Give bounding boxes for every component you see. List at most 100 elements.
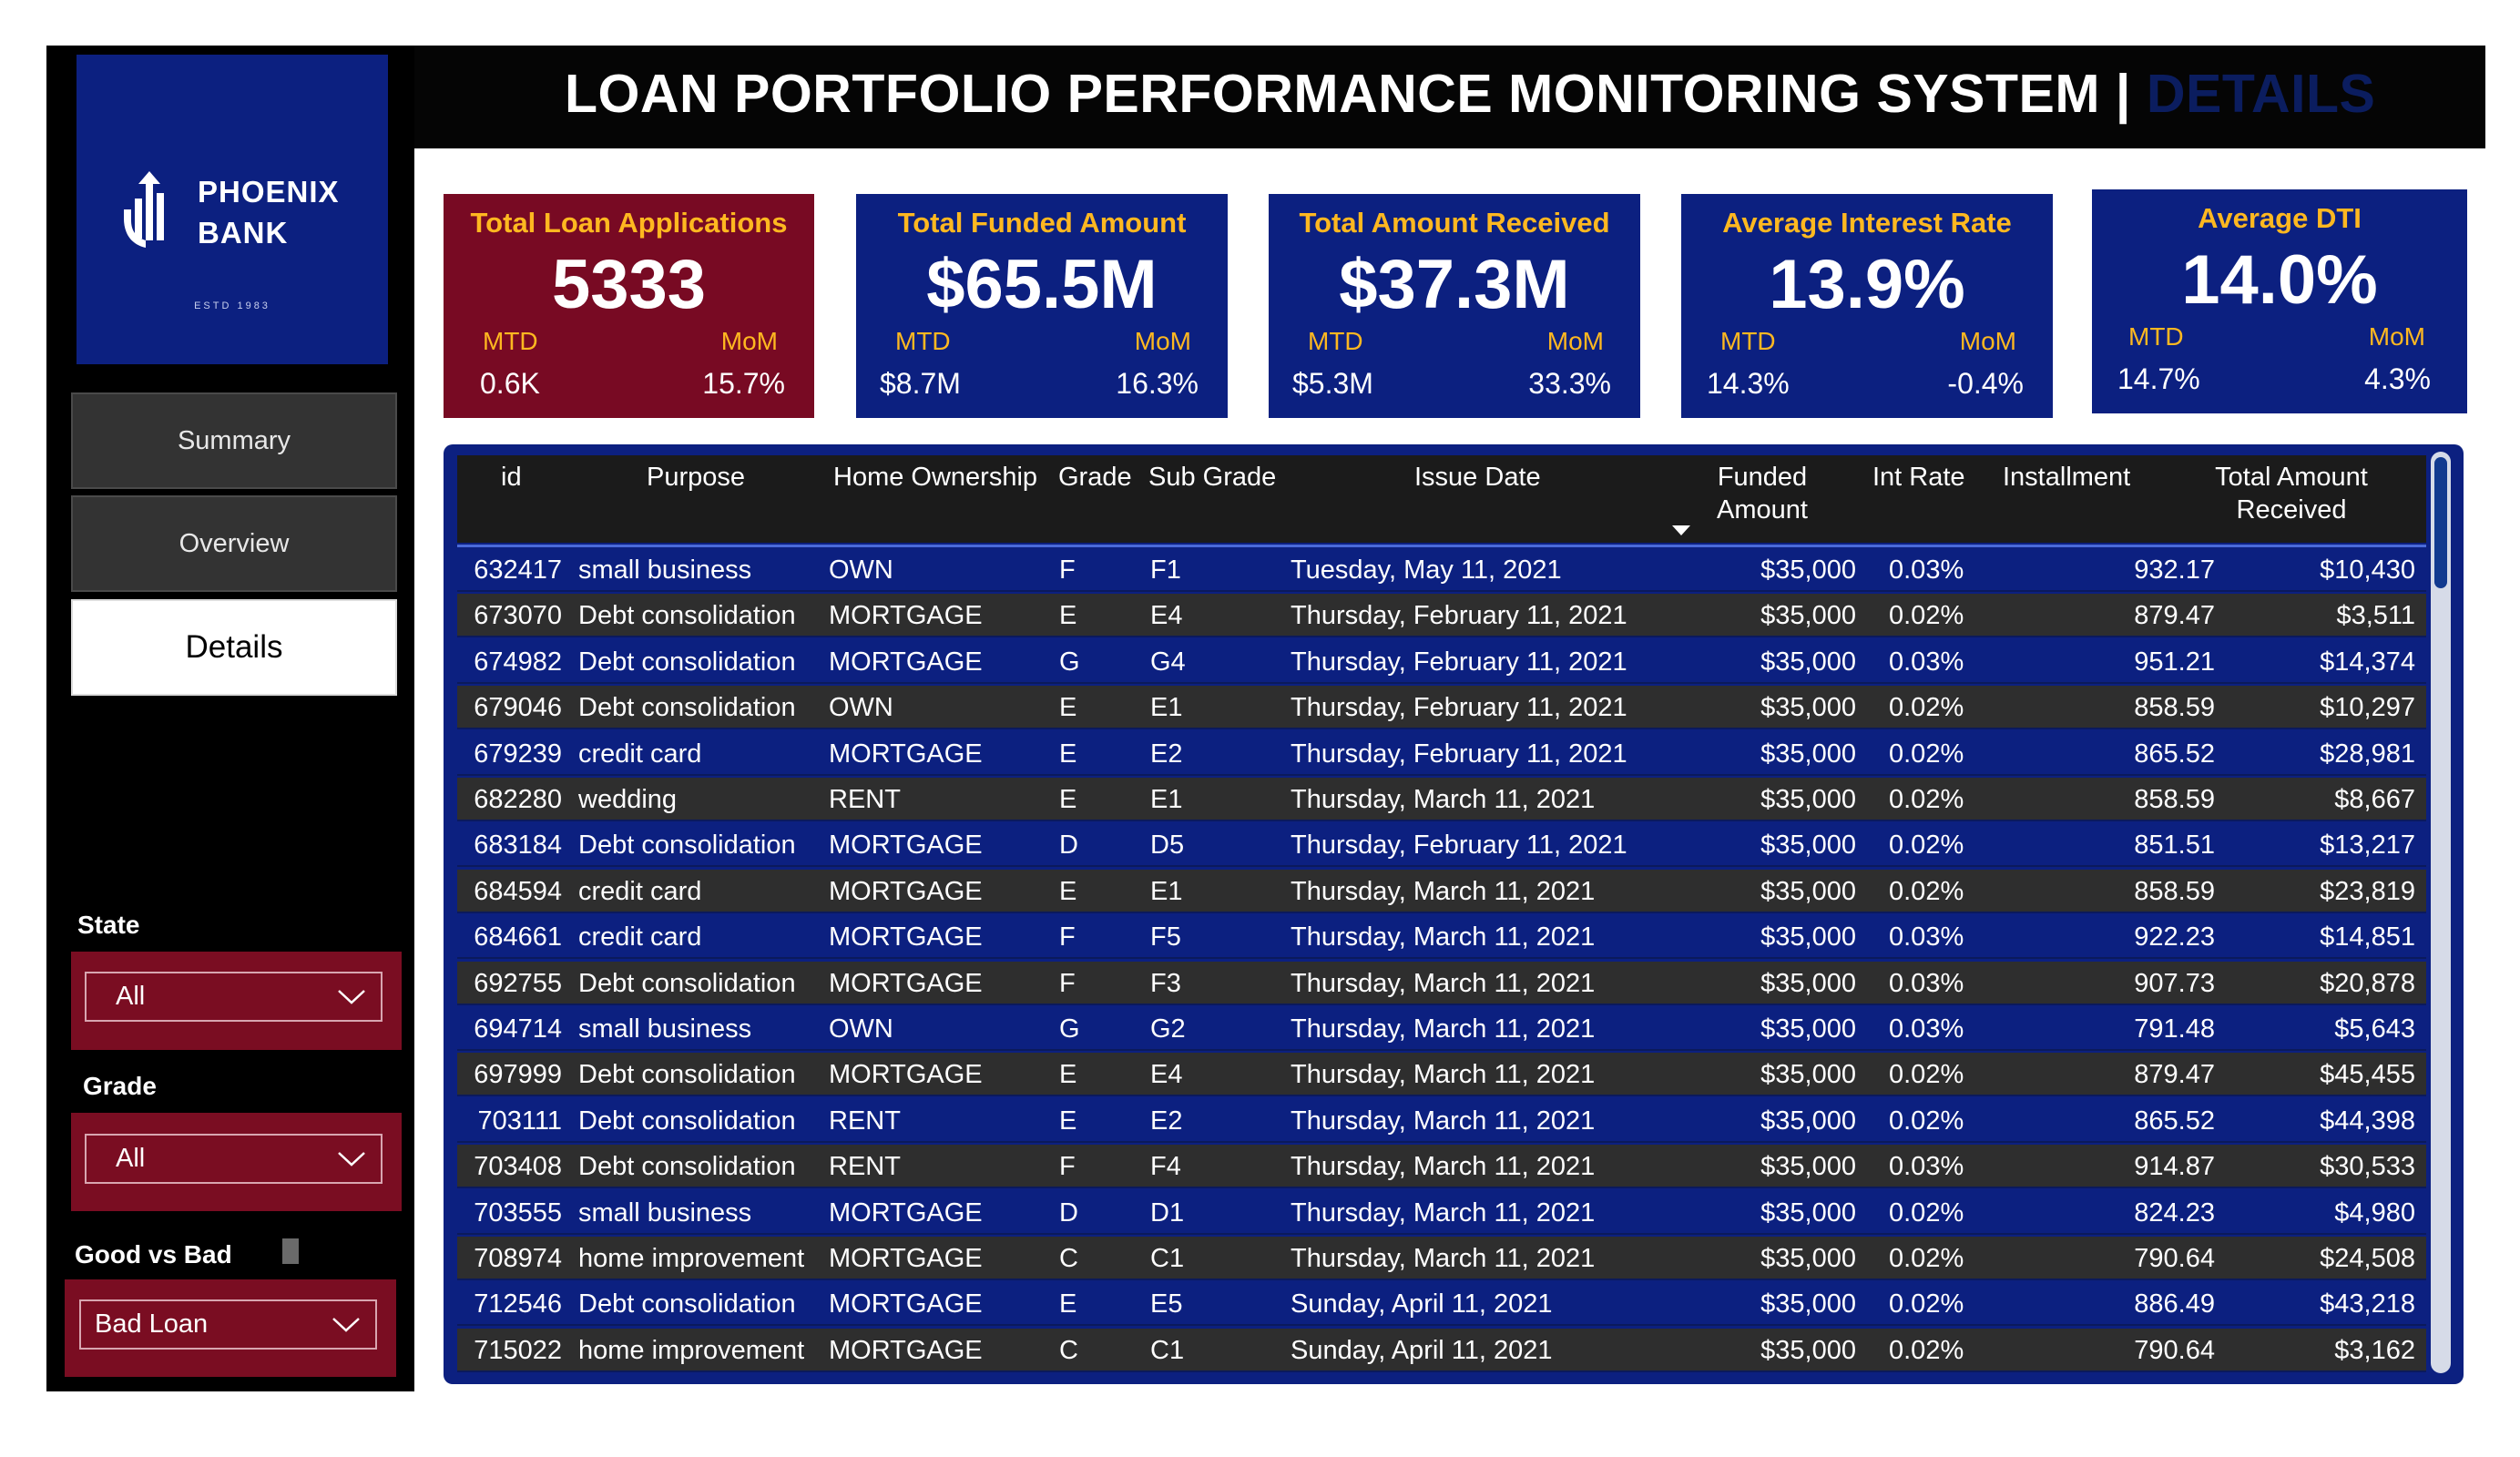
- cell-installment: 858.59: [2134, 693, 2215, 723]
- kpi-mom-label: MoM: [2368, 322, 2425, 351]
- logo-estd: ESTD 1983: [194, 301, 270, 311]
- table-row[interactable]: 679046 Debt consolidation OWN E E1 Thursday, …: [457, 686, 2426, 730]
- col-header-sub-grade[interactable]: Sub Grade: [1148, 461, 1276, 494]
- table-row[interactable]: 684661 credit card MORTGAGE F F5 Thursday, Ma…: [457, 915, 2426, 960]
- cell-grade: E: [1059, 739, 1077, 769]
- table-row[interactable]: 703555 small business MORTGAGE D D1 Thursday,…: [457, 1190, 2426, 1235]
- cell-grade: D: [1059, 830, 1078, 861]
- col-header-total-amount-received[interactable]: Total Amount Received: [2209, 461, 2373, 526]
- cell-id: 694714: [474, 1014, 562, 1044]
- cell-issue-date: Thursday, March 11, 2021: [1291, 1197, 1596, 1228]
- cell-installment: 932.17: [2134, 555, 2215, 585]
- cell-purpose: wedding: [578, 785, 678, 814]
- good-vs-bad-dropdown[interactable]: Bad Loan: [79, 1299, 377, 1350]
- cell-sub-grade: C1: [1150, 1335, 1185, 1365]
- kpi-total-loan-applications: Total Loan Applications 5333 MTD MoM 0.6…: [444, 194, 814, 418]
- cell-funded-amount: $35,000: [1760, 739, 1856, 769]
- cell-total-amount-received: $28,981: [2320, 739, 2415, 769]
- kpi-total-amount-received: Total Amount Received $37.3M MTD MoM $5.…: [1269, 194, 1640, 418]
- table-row[interactable]: 694714 small business OWN G G2 Thursday, Marc…: [457, 1007, 2426, 1051]
- cell-purpose: Debt consolidation: [578, 1060, 796, 1090]
- cell-purpose: Debt consolidation: [578, 1289, 796, 1319]
- table-row[interactable]: 679239 credit card MORTGAGE E E2 Thursday, Fe…: [457, 731, 2426, 776]
- kpi-value: 13.9%: [1769, 246, 1965, 323]
- scrollbar-thumb[interactable]: [2434, 457, 2447, 588]
- table-row[interactable]: 673070 Debt consolidation MORTGAGE E E4 Thurs…: [457, 594, 2426, 638]
- cell-total-amount-received: $23,819: [2320, 876, 2415, 906]
- kpi-value: 14.0%: [2181, 241, 2378, 319]
- col-header-int-rate[interactable]: Int Rate: [1872, 461, 1965, 494]
- cell-purpose: home improvement: [578, 1335, 805, 1365]
- table-row[interactable]: 684594 credit card MORTGAGE E E1 Thursday, Ma…: [457, 869, 2426, 913]
- table-row[interactable]: 708974 home improvement MORTGAGE C C1 Thursda…: [457, 1237, 2426, 1280]
- grade-dropdown[interactable]: All: [85, 1134, 383, 1184]
- cell-id: 683184: [474, 830, 562, 861]
- cell-total-amount-received: $43,218: [2320, 1289, 2415, 1319]
- table-row[interactable]: 682280 wedding RENT E E1 Thursday, March 11, …: [457, 778, 2426, 821]
- cell-purpose: credit card: [578, 739, 702, 769]
- page-title: LOAN PORTFOLIO PERFORMANCE MONITORING SY…: [565, 64, 2376, 124]
- col-header-grade[interactable]: Grade: [1058, 461, 1132, 494]
- cell-id: 632417: [474, 555, 562, 585]
- cell-funded-amount: $35,000: [1760, 1014, 1856, 1044]
- logo-line-1: PHOENIX: [198, 175, 340, 209]
- kpi-title: Average Interest Rate: [1722, 207, 2012, 239]
- cell-purpose: Debt consolidation: [578, 693, 796, 723]
- state-dropdown[interactable]: All: [85, 972, 383, 1022]
- cell-home-ownership: MORTGAGE: [829, 601, 983, 631]
- cell-funded-amount: $35,000: [1760, 785, 1856, 814]
- col-header-funded-amount[interactable]: Funded Amount: [1712, 461, 1812, 526]
- cell-id: 673070: [474, 601, 562, 631]
- good-vs-bad-filter-label: Good vs Bad: [75, 1240, 232, 1269]
- table-row[interactable]: 703111 Debt consolidation RENT E E2 Thursday,…: [457, 1098, 2426, 1143]
- cell-sub-grade: D5: [1150, 830, 1185, 861]
- table-row[interactable]: 712546 Debt consolidation MORTGAGE E E5 Sunda…: [457, 1282, 2426, 1327]
- cell-installment: 879.47: [2134, 1060, 2215, 1090]
- nav-overview-button[interactable]: Overview: [71, 495, 397, 592]
- vertical-scrollbar[interactable]: [2431, 452, 2451, 1373]
- toggle-handle[interactable]: [282, 1238, 299, 1264]
- cell-installment: 791.48: [2134, 1014, 2215, 1044]
- table-row[interactable]: 703408 Debt consolidation RENT F F4 Thursday,…: [457, 1145, 2426, 1189]
- sort-descending-icon[interactable]: [1672, 525, 1690, 535]
- nav-summary-button[interactable]: Summary: [71, 392, 397, 489]
- cell-id: 703408: [474, 1152, 562, 1182]
- cell-home-ownership: OWN: [829, 1014, 893, 1044]
- cell-home-ownership: MORTGAGE: [829, 739, 983, 769]
- cell-total-amount-received: $30,533: [2320, 1152, 2415, 1182]
- table-row[interactable]: 692755 Debt consolidation MORTGAGE F F3 Thurs…: [457, 961, 2426, 1005]
- nav-details-button[interactable]: Details: [71, 599, 397, 696]
- cell-sub-grade: F4: [1150, 1152, 1181, 1182]
- col-header-home-ownership[interactable]: Home Ownership: [833, 461, 1037, 494]
- cell-sub-grade: E2: [1150, 739, 1183, 769]
- cell-funded-amount: $35,000: [1760, 876, 1856, 906]
- table-row[interactable]: 632417 small business OWN F F1 Tuesday, May 1…: [457, 548, 2426, 592]
- cell-int-rate: 0.03%: [1889, 555, 1964, 585]
- kpi-mtd-value: 0.6K: [480, 367, 540, 400]
- col-header-issue-date[interactable]: Issue Date: [1414, 461, 1541, 494]
- col-header-id[interactable]: id: [501, 461, 522, 494]
- cell-sub-grade: G2: [1150, 1014, 1186, 1044]
- cell-total-amount-received: $10,430: [2320, 555, 2415, 585]
- cell-sub-grade: F1: [1150, 555, 1181, 585]
- col-header-installment[interactable]: Installment: [2003, 461, 2130, 494]
- cell-home-ownership: RENT: [829, 1105, 901, 1136]
- col-header-purpose[interactable]: Purpose: [647, 461, 745, 494]
- cell-installment: 865.52: [2134, 1105, 2215, 1136]
- cell-issue-date: Thursday, February 11, 2021: [1291, 693, 1627, 723]
- kpi-mom-label: MoM: [1959, 327, 2016, 355]
- cell-purpose: credit card: [578, 876, 702, 906]
- cell-sub-grade: G4: [1150, 647, 1186, 677]
- cell-id: 708974: [474, 1244, 562, 1273]
- cell-installment: 879.47: [2134, 601, 2215, 631]
- cell-sub-grade: C1: [1150, 1244, 1185, 1273]
- cell-issue-date: Thursday, February 11, 2021: [1291, 601, 1627, 631]
- cell-funded-amount: $35,000: [1760, 601, 1856, 631]
- table-row[interactable]: 697999 Debt consolidation MORTGAGE E E4 Thurs…: [457, 1053, 2426, 1097]
- table-row[interactable]: 683184 Debt consolidation MORTGAGE D D5 Thurs…: [457, 823, 2426, 868]
- chevron-down-icon: [338, 989, 365, 1004]
- cell-funded-amount: $35,000: [1760, 1335, 1856, 1365]
- page-title-accent: DETAILS: [2146, 64, 2376, 124]
- table-row[interactable]: 715022 home improvement MORTGAGE C C1 Sunday,…: [457, 1328, 2426, 1372]
- table-row[interactable]: 674982 Debt consolidation MORTGAGE G G4 Thurs…: [457, 639, 2426, 684]
